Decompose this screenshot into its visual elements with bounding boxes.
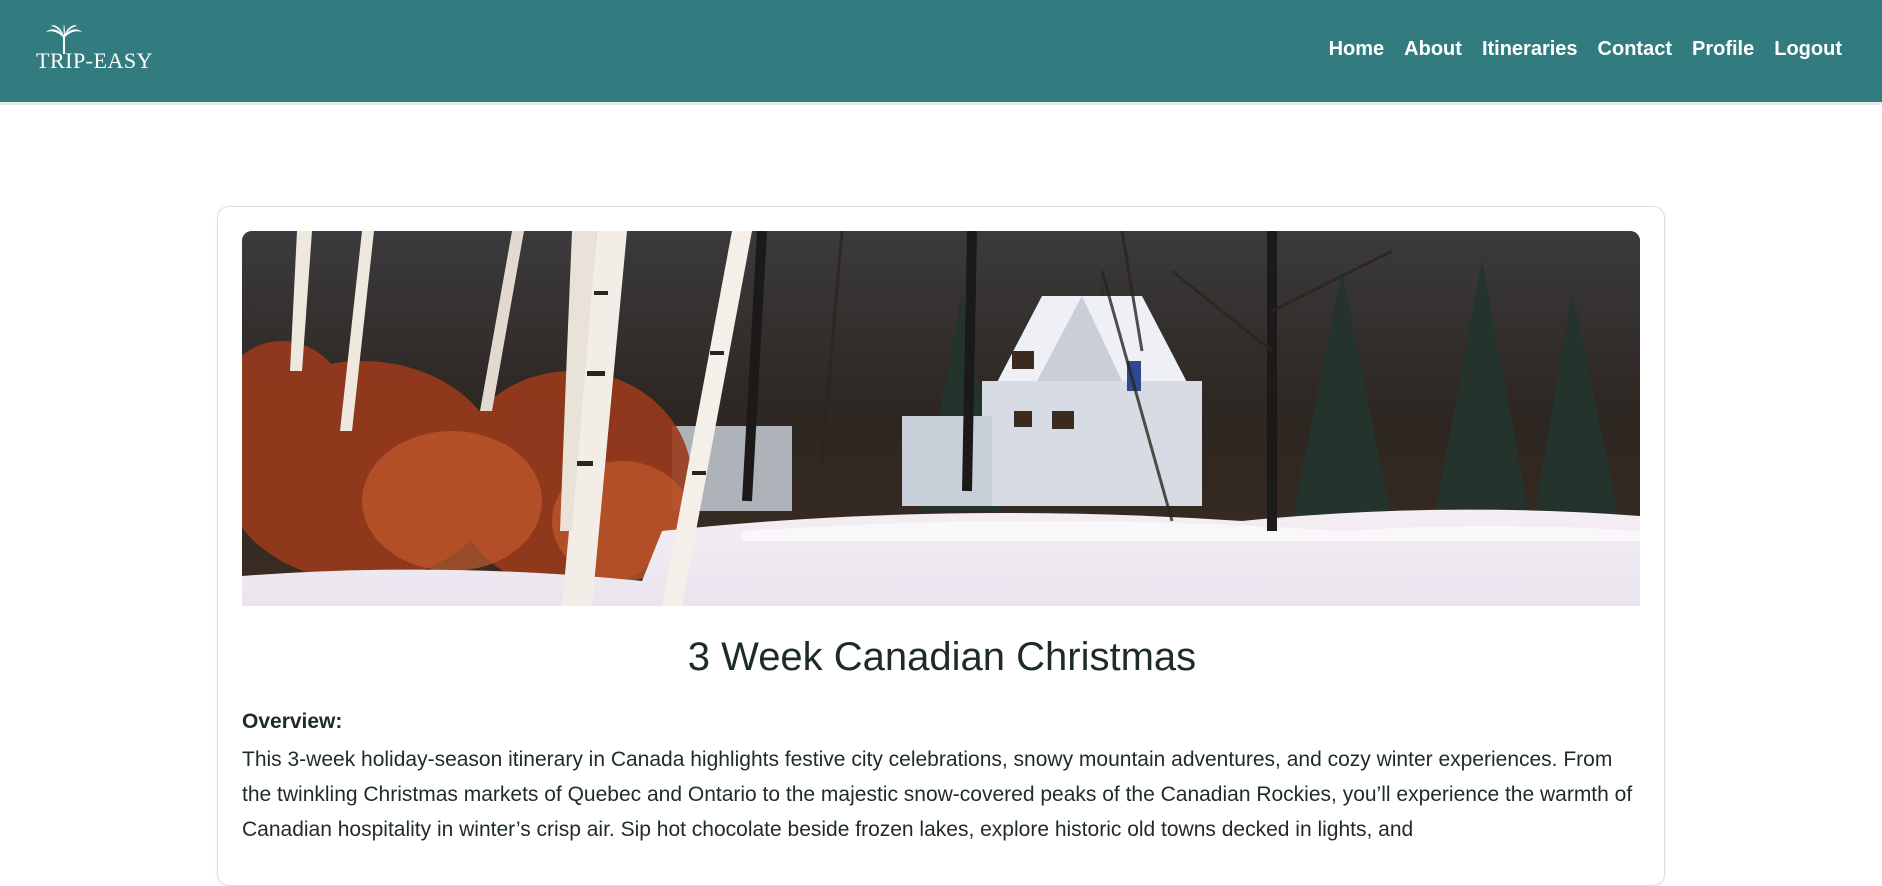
nav-itineraries-link[interactable]: Itineraries (1482, 38, 1578, 61)
nav-logout-link[interactable]: Logout (1774, 38, 1842, 61)
nav-links: Home About Itineraries Contact Profile L… (1329, 38, 1842, 61)
itinerary-title: 3 Week Canadian Christmas (687, 635, 1197, 679)
hero-image (242, 231, 1640, 606)
logo-text: TRIP-EASY (36, 48, 153, 73)
overview-label: Overview: (242, 710, 343, 733)
nav-home-link[interactable]: Home (1329, 38, 1385, 61)
navbar: TRIP-EASY Home About Itineraries Contact… (0, 0, 1882, 105)
site-logo[interactable]: TRIP-EASY (36, 24, 166, 74)
overview-text: This 3-week holiday-season itinerary in … (242, 748, 1633, 841)
nav-profile-link[interactable]: Profile (1692, 38, 1754, 61)
nav-contact-link[interactable]: Contact (1598, 38, 1672, 61)
nav-about-link[interactable]: About (1404, 38, 1462, 61)
itinerary-card: 3 Week Canadian Christmas Overview: This… (217, 206, 1665, 886)
